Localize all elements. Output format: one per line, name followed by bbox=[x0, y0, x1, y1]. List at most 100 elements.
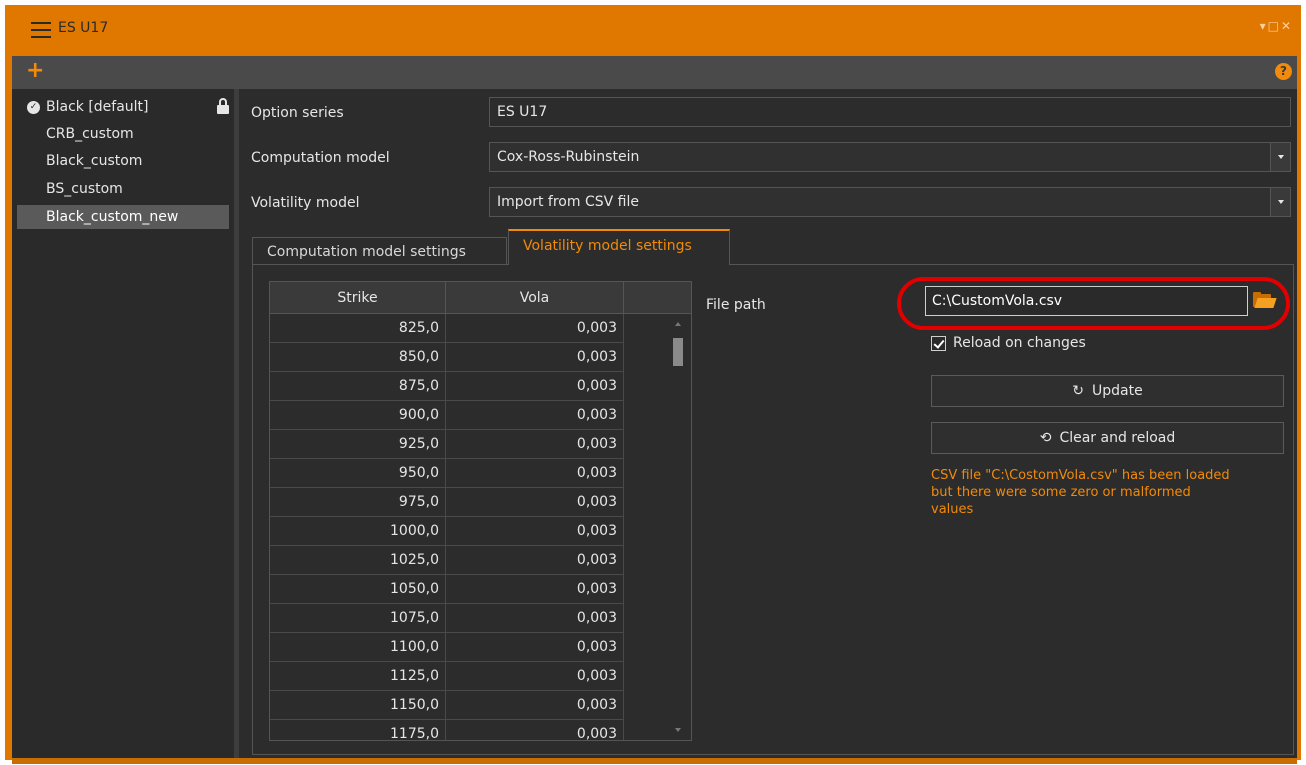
table-row[interactable]: 1050,0 0,003 bbox=[270, 575, 624, 604]
vola-cell[interactable]: 0,003 bbox=[446, 314, 624, 343]
check-circle-icon: ✓ bbox=[27, 101, 40, 114]
table-row[interactable]: 875,0 0,003 bbox=[270, 372, 624, 401]
vola-cell[interactable]: 0,003 bbox=[446, 720, 624, 740]
option-series-field: ES U17 bbox=[489, 97, 1291, 127]
profile-sidebar: ✓ Black [default] CRB_custom Black_custo… bbox=[12, 89, 234, 758]
strike-cell[interactable]: 825,0 bbox=[270, 314, 446, 343]
vola-cell[interactable]: 0,003 bbox=[446, 546, 624, 575]
chevron-down-icon[interactable] bbox=[1270, 188, 1290, 216]
volatility-model-value: Import from CSV file bbox=[497, 194, 639, 210]
table-row[interactable]: 900,0 0,003 bbox=[270, 401, 624, 430]
body-area: ✓ Black [default] CRB_custom Black_custo… bbox=[12, 89, 1297, 758]
vola-cell[interactable]: 0,003 bbox=[446, 343, 624, 372]
computation-model-label: Computation model bbox=[251, 150, 390, 166]
table-row[interactable]: 925,0 0,003 bbox=[270, 430, 624, 459]
strike-cell[interactable]: 1000,0 bbox=[270, 517, 446, 546]
strike-cell[interactable]: 1075,0 bbox=[270, 604, 446, 633]
scroll-down-icon[interactable] bbox=[675, 728, 681, 732]
table-row[interactable]: 1125,0 0,003 bbox=[270, 662, 624, 691]
window-title: ES U17 bbox=[58, 20, 109, 36]
option-series-label: Option series bbox=[251, 105, 344, 121]
table-row[interactable]: 1150,0 0,003 bbox=[270, 691, 624, 720]
table-row[interactable]: 1075,0 0,003 bbox=[270, 604, 624, 633]
strike-vola-table[interactable]: Strike Vola 825,0 0,003 850,0 0,003 875,0 0… bbox=[269, 281, 692, 741]
vola-cell[interactable]: 0,003 bbox=[446, 459, 624, 488]
table-row[interactable]: 1100,0 0,003 bbox=[270, 633, 624, 662]
volatility-model-select[interactable]: Import from CSV file bbox=[489, 187, 1291, 217]
column-header-strike[interactable]: Strike bbox=[270, 282, 446, 314]
chevron-down-icon[interactable] bbox=[1270, 143, 1290, 171]
settings-panel: Option series ES U17 Computation model C… bbox=[239, 89, 1297, 758]
tab-volatility-model-settings[interactable]: Volatility model settings bbox=[508, 229, 730, 265]
add-profile-plus-icon[interactable]: + bbox=[26, 59, 44, 83]
vola-cell[interactable]: 0,003 bbox=[446, 575, 624, 604]
sidebar-item-black-custom-new[interactable]: Black_custom_new bbox=[17, 205, 229, 229]
vola-cell[interactable]: 0,003 bbox=[446, 430, 624, 459]
computation-model-value: Cox-Ross-Rubinstein bbox=[497, 149, 640, 165]
strike-cell[interactable]: 1050,0 bbox=[270, 575, 446, 604]
lock-icon bbox=[217, 98, 229, 114]
volatility-settings-panel: Strike Vola 825,0 0,003 850,0 0,003 875,0 0… bbox=[252, 264, 1294, 755]
sidebar-item-bs-custom[interactable]: BS_custom bbox=[17, 177, 229, 201]
toolbar: + ? bbox=[12, 56, 1297, 89]
strike-cell[interactable]: 1025,0 bbox=[270, 546, 446, 575]
computation-model-select[interactable]: Cox-Ross-Rubinstein bbox=[489, 142, 1291, 172]
table-row[interactable]: 850,0 0,003 bbox=[270, 343, 624, 372]
file-path-highlight-annotation bbox=[897, 277, 1290, 330]
strike-cell[interactable]: 900,0 bbox=[270, 401, 446, 430]
hamburger-menu-icon[interactable] bbox=[31, 22, 51, 38]
strike-cell[interactable]: 1150,0 bbox=[270, 691, 446, 720]
strike-cell[interactable]: 1175,0 bbox=[270, 720, 446, 740]
sidebar-item-label: CRB_custom bbox=[46, 126, 134, 142]
strike-cell[interactable]: 975,0 bbox=[270, 488, 446, 517]
clear-and-reload-button[interactable]: ⟲ Clear and reload bbox=[931, 422, 1284, 454]
vola-cell[interactable]: 0,003 bbox=[446, 372, 624, 401]
strike-cell[interactable]: 950,0 bbox=[270, 459, 446, 488]
app-window: ES U17 ▾□✕ + ? ✓ Black [default] CRB_cus… bbox=[5, 5, 1301, 764]
title-bar: ES U17 ▾□✕ bbox=[5, 5, 1301, 51]
update-button-label: Update bbox=[1092, 383, 1143, 399]
reload-on-changes-checkbox[interactable] bbox=[931, 336, 946, 351]
history-icon: ⟲ bbox=[1039, 430, 1052, 446]
strike-cell[interactable]: 875,0 bbox=[270, 372, 446, 401]
strike-cell[interactable]: 1125,0 bbox=[270, 662, 446, 691]
table-row[interactable]: 1000,0 0,003 bbox=[270, 517, 624, 546]
volatility-model-label: Volatility model bbox=[251, 195, 360, 211]
sidebar-item-label: BS_custom bbox=[46, 181, 123, 197]
sidebar-item-black-default[interactable]: ✓ Black [default] bbox=[17, 95, 229, 119]
sidebar-item-label: Black_custom bbox=[46, 153, 143, 169]
strike-cell[interactable]: 850,0 bbox=[270, 343, 446, 372]
vola-cell[interactable]: 0,003 bbox=[446, 517, 624, 546]
sidebar-item-black-custom[interactable]: Black_custom bbox=[17, 149, 229, 173]
table-row[interactable]: 1025,0 0,003 bbox=[270, 546, 624, 575]
vola-cell[interactable]: 0,003 bbox=[446, 488, 624, 517]
table-header: Strike Vola bbox=[270, 282, 691, 314]
vola-cell[interactable]: 0,003 bbox=[446, 662, 624, 691]
vola-cell[interactable]: 0,003 bbox=[446, 691, 624, 720]
table-scrollbar[interactable] bbox=[670, 318, 686, 738]
vola-cell[interactable]: 0,003 bbox=[446, 604, 624, 633]
sidebar-item-label: Black_custom_new bbox=[46, 209, 179, 225]
table-row[interactable]: 825,0 0,003 bbox=[270, 314, 624, 343]
table-row[interactable]: 975,0 0,003 bbox=[270, 488, 624, 517]
reload-on-changes-label[interactable]: Reload on changes bbox=[953, 335, 1086, 351]
update-button[interactable]: ↻ Update bbox=[931, 375, 1284, 407]
strike-cell[interactable]: 1100,0 bbox=[270, 633, 446, 662]
column-header-vola[interactable]: Vola bbox=[446, 282, 624, 314]
help-icon[interactable]: ? bbox=[1275, 63, 1292, 80]
strike-cell[interactable]: 925,0 bbox=[270, 430, 446, 459]
scroll-up-icon[interactable] bbox=[675, 322, 681, 326]
sidebar-item-crb-custom[interactable]: CRB_custom bbox=[17, 122, 229, 146]
tab-computation-model-settings[interactable]: Computation model settings bbox=[252, 237, 507, 265]
window-controls[interactable]: ▾□✕ bbox=[1260, 19, 1293, 33]
table-row[interactable]: 1175,0 0,003 bbox=[270, 720, 624, 740]
table-row[interactable]: 950,0 0,003 bbox=[270, 459, 624, 488]
vola-cell[interactable]: 0,003 bbox=[446, 401, 624, 430]
table-body: 825,0 0,003 850,0 0,003 875,0 0,003 900,0 0,… bbox=[270, 314, 624, 740]
bottom-border bbox=[12, 758, 1297, 764]
clear-and-reload-label: Clear and reload bbox=[1059, 430, 1176, 446]
vola-cell[interactable]: 0,003 bbox=[446, 633, 624, 662]
sidebar-item-label: Black [default] bbox=[46, 99, 149, 115]
scroll-thumb[interactable] bbox=[673, 338, 683, 366]
file-path-label: File path bbox=[706, 297, 766, 313]
